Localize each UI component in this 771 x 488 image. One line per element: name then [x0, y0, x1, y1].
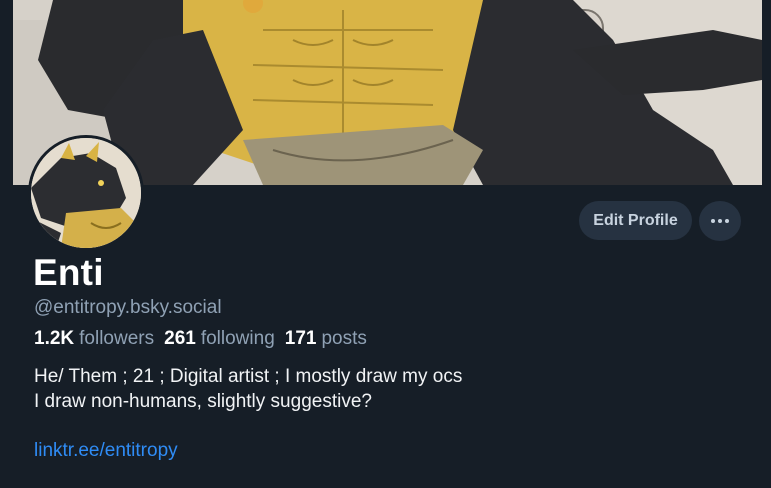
avatar[interactable] — [28, 135, 144, 251]
profile-link[interactable]: linktr.ee/entitropy — [34, 440, 178, 462]
profile-stats: 1.2K followers 261 following 171 posts — [34, 328, 367, 350]
following-label: following — [200, 328, 275, 349]
posts-stat: 171 posts — [285, 328, 367, 350]
following-count: 261 — [164, 328, 196, 349]
profile-handle: @entitropy.bsky.social — [34, 297, 222, 318]
display-name: Enti — [33, 252, 104, 293]
posts-label: posts — [321, 328, 367, 349]
posts-count: 171 — [284, 328, 317, 349]
followers-count: 1.2K — [34, 328, 75, 349]
bio-line: He/ Them ; 21 ; Digital artist ; I mostl… — [34, 366, 463, 387]
followers-link[interactable]: 1.2K followers — [34, 328, 154, 350]
profile-header: Edit Profile Enti @entitropy.bsky.social… — [13, 0, 762, 488]
more-options-button[interactable] — [699, 201, 741, 241]
ellipsis-icon — [711, 219, 729, 223]
edit-profile-button[interactable]: Edit Profile — [579, 201, 692, 240]
following-link[interactable]: 261 following — [164, 328, 275, 350]
followers-label: followers — [79, 328, 155, 349]
bio-line: I draw non-humans, slightly suggestive? — [34, 391, 372, 412]
profile-bio: He/ Them ; 21 ; Digital artist ; I mostl… — [34, 364, 462, 414]
